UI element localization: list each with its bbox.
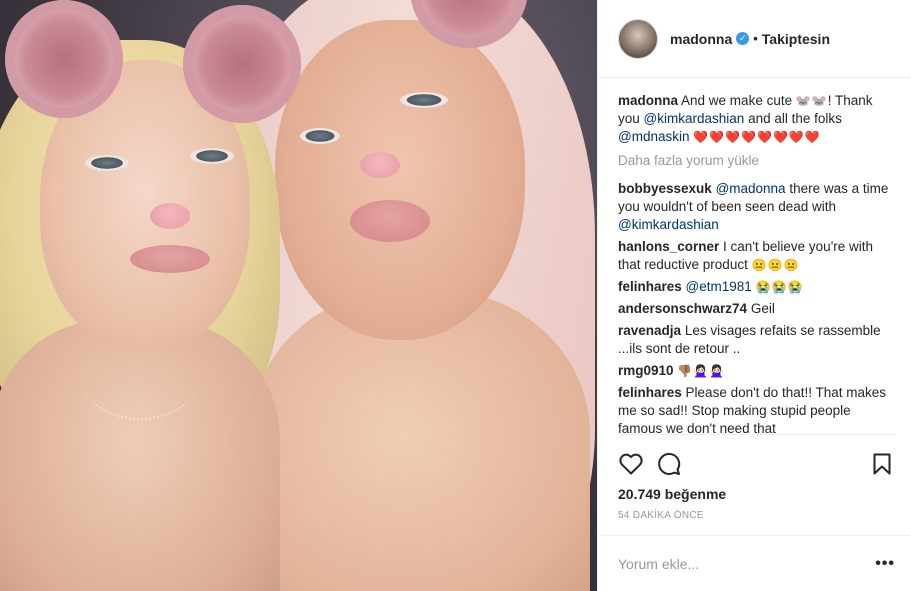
comment-mention[interactable]: @madonna <box>716 181 786 196</box>
header-username[interactable]: madonna <box>670 31 732 47</box>
heart-outline-icon[interactable] <box>618 451 644 477</box>
filter-mouse-nose <box>150 203 190 229</box>
comment-username[interactable]: felinhares <box>618 279 682 294</box>
post-actions <box>618 434 895 482</box>
bookmark-icon[interactable] <box>869 451 895 477</box>
post-photo[interactable] <box>0 0 597 591</box>
photo-eye <box>400 92 448 108</box>
comment-username[interactable]: bobbyessexuk <box>618 181 712 196</box>
list-item: rmg0910 👎🏽🙅🏻‍♀️🙅🏻‍♀️ <box>618 362 895 380</box>
comment-username[interactable]: rmg0910 <box>618 363 674 378</box>
filter-mouse-ear <box>183 5 301 123</box>
comment-username[interactable]: andersonschwarz74 <box>618 301 747 316</box>
list-item: ravenadja Les visages refaits se rassemb… <box>618 322 895 358</box>
speech-bubble-icon[interactable] <box>656 451 682 477</box>
post-header: madonna ✓ • Takiptesin <box>598 0 911 78</box>
caption-mention[interactable]: @kimkardashian <box>644 111 745 126</box>
comments-list: madonna And we make cute 🐭🐭! Thank you @… <box>598 78 911 434</box>
list-item: bobbyessexuk @madonna there was a time y… <box>618 180 895 234</box>
caption-text: and all the folks <box>748 111 842 126</box>
comment-text: Geil <box>750 301 775 316</box>
photo-eye <box>190 148 234 164</box>
comment-username[interactable]: felinhares <box>618 385 682 400</box>
caption-username[interactable]: madonna <box>618 93 678 108</box>
comment-emoji: 😭😭😭 <box>755 280 804 294</box>
comment-username[interactable]: hanlons_corner <box>618 239 719 254</box>
photo-lips <box>130 245 210 273</box>
comment-mention[interactable]: @kimkardashian <box>618 217 719 232</box>
list-item: hanlons_corner I can't believe you're wi… <box>618 238 895 274</box>
post-sidebar: madonna ✓ • Takiptesin madonna And we ma… <box>597 0 911 591</box>
list-item: andersonschwarz74 Geil <box>618 300 895 318</box>
verified-badge-icon: ✓ <box>736 32 750 45</box>
comment-emoji: 👎🏽🙅🏻‍♀️🙅🏻‍♀️ <box>677 364 726 378</box>
post-timestamp[interactable]: 54 DAKİKA ÖNCE <box>598 502 911 535</box>
add-comment-bar: ••• <box>598 535 911 591</box>
photo-person-right-face <box>275 20 525 340</box>
caption-text: And we make cute <box>681 93 793 108</box>
comment-username[interactable]: ravenadja <box>618 323 681 338</box>
list-item: felinhares Please don't do that!! That m… <box>618 384 895 434</box>
comment-emoji: 😐😐😐 <box>751 258 800 272</box>
comment-input[interactable] <box>618 555 876 572</box>
caption-mention[interactable]: @mdnaskin <box>618 129 689 144</box>
more-options-icon[interactable]: ••• <box>875 555 895 573</box>
caption-emoji: ❤️❤️❤️❤️❤️❤️❤️❤️ <box>693 130 821 144</box>
follow-status-button[interactable]: Takiptesin <box>762 31 830 47</box>
caption: madonna And we make cute 🐭🐭! Thank you @… <box>618 92 895 146</box>
photo-eye <box>300 128 340 144</box>
photo-eye <box>85 155 129 171</box>
comment-mention[interactable]: @etm1981 <box>686 279 752 294</box>
photo-necklace <box>80 330 200 420</box>
avatar[interactable] <box>618 18 658 59</box>
filter-mouse-ear <box>5 0 123 118</box>
header-separator: • <box>753 31 758 46</box>
list-item: felinhares @etm1981 😭😭😭 <box>618 278 895 296</box>
filter-mouse-nose <box>360 152 400 178</box>
caption-emoji: 🐭🐭 <box>795 94 828 108</box>
load-more-comments-button[interactable]: Daha fazla yorum yükle <box>618 152 895 170</box>
photo-lips <box>350 200 430 242</box>
like-count[interactable]: 20.749 beğenme <box>598 482 911 502</box>
instagram-post: madonna ✓ • Takiptesin madonna And we ma… <box>0 0 911 591</box>
